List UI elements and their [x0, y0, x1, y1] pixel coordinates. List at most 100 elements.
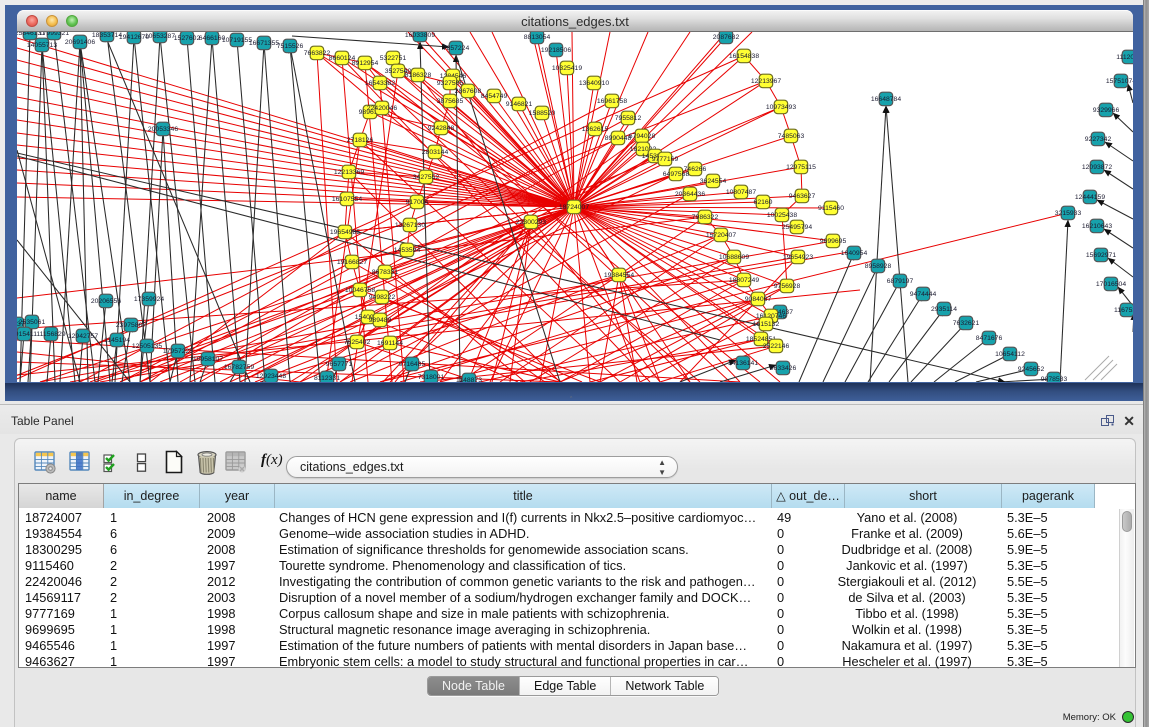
- svg-text:3624554: 3624554: [700, 178, 727, 185]
- svg-text:12942757: 12942757: [68, 333, 98, 340]
- svg-text:6794028: 6794028: [629, 133, 656, 140]
- svg-text:7318001: 7318001: [418, 374, 445, 381]
- svg-text:8990448: 8990448: [605, 135, 632, 142]
- svg-text:20206556: 20206556: [91, 298, 121, 305]
- svg-text:7515526: 7515526: [277, 43, 304, 50]
- svg-text:1167539: 1167539: [1114, 307, 1133, 314]
- svg-text:9146821: 9146821: [506, 101, 533, 108]
- svg-text:18353714: 18353714: [92, 32, 122, 39]
- svg-text:10688609: 10688609: [719, 254, 749, 261]
- svg-text:10807487: 10807487: [726, 189, 756, 196]
- svg-text:7955812: 7955812: [615, 115, 642, 122]
- svg-text:10654112: 10654112: [995, 351, 1025, 358]
- svg-text:15751074: 15751074: [1106, 78, 1133, 85]
- svg-text:12505135: 12505135: [132, 343, 162, 350]
- svg-text:12444159: 12444159: [1075, 194, 1105, 201]
- svg-text:16543382: 16543382: [365, 80, 395, 87]
- svg-text:12975115: 12975115: [786, 164, 816, 171]
- svg-text:19654985: 19654985: [330, 229, 360, 236]
- svg-text:10325419: 10325419: [552, 65, 582, 72]
- svg-text:2935114: 2935114: [931, 306, 957, 313]
- svg-text:16107554: 16107554: [332, 196, 362, 203]
- svg-text:20364436: 20364436: [675, 191, 705, 198]
- svg-text:989489: 989489: [369, 317, 392, 324]
- svg-text:19218506: 19218506: [541, 47, 571, 54]
- svg-text:7857224: 7857224: [443, 45, 470, 52]
- svg-text:9227342: 9227342: [1085, 136, 1112, 143]
- svg-text:17957225: 17957225: [163, 348, 193, 355]
- svg-text:2087682: 2087682: [713, 34, 740, 41]
- svg-text:1362615: 1362615: [582, 126, 609, 133]
- svg-text:13267130: 13267130: [395, 222, 425, 229]
- svg-text:19384554: 19384554: [604, 272, 634, 279]
- svg-text:62160: 62160: [754, 199, 773, 206]
- svg-text:8186328: 8186328: [405, 72, 432, 79]
- svg-text:9084067: 9084067: [745, 296, 772, 303]
- svg-text:20053346: 20053346: [148, 126, 178, 133]
- svg-text:10719155: 10719155: [222, 37, 252, 44]
- svg-text:16782759: 16782759: [224, 364, 254, 371]
- svg-text:17999321: 17999321: [39, 32, 69, 37]
- svg-text:16648784: 16648784: [871, 96, 901, 103]
- svg-text:15720407: 15720407: [706, 232, 736, 239]
- svg-text:9242848: 9242848: [428, 125, 455, 132]
- svg-text:8112331: 8112331: [314, 375, 340, 382]
- svg-text:9878583: 9878583: [1041, 376, 1068, 382]
- svg-text:2522146: 2522146: [763, 343, 790, 350]
- svg-text:16210643: 16210643: [1082, 223, 1112, 230]
- svg-text:2867608: 2867608: [455, 88, 482, 95]
- svg-text:1145194: 1145194: [104, 337, 130, 344]
- svg-text:9756928: 9756928: [774, 283, 801, 290]
- svg-text:16154838: 16154838: [729, 53, 759, 60]
- svg-text:8678331: 8678331: [372, 269, 399, 276]
- svg-text:9716485: 9716485: [399, 361, 426, 368]
- svg-text:9498222: 9498222: [369, 294, 396, 301]
- svg-text:1588520: 1588520: [529, 110, 556, 117]
- svg-text:7632621: 7632621: [953, 320, 980, 327]
- svg-text:18807249: 18807249: [729, 277, 759, 284]
- svg-text:1640954: 1640954: [841, 250, 868, 257]
- svg-text:3215933: 3215933: [1055, 210, 1082, 217]
- svg-text:7663822: 7663822: [304, 50, 331, 57]
- svg-text:6879197: 6879197: [887, 278, 914, 285]
- svg-text:16671355: 16671355: [249, 40, 279, 47]
- svg-text:9329966: 9329966: [1093, 107, 1120, 114]
- svg-text:9474444: 9474444: [910, 291, 937, 298]
- svg-text:3875685: 3875685: [437, 98, 464, 105]
- svg-text:2718126: 2718126: [347, 137, 374, 144]
- svg-text:1691144: 1691144: [377, 340, 403, 347]
- svg-text:6497568: 6497568: [663, 171, 690, 178]
- svg-text:9115460: 9115460: [818, 205, 844, 212]
- svg-text:8912954: 8912954: [352, 60, 379, 67]
- svg-text:9327505: 9327505: [437, 80, 464, 87]
- svg-text:25495794: 25495794: [782, 224, 812, 231]
- svg-text:12213967: 12213967: [751, 78, 781, 85]
- svg-text:1615132: 1615132: [753, 321, 780, 328]
- svg-text:8958928: 8958928: [865, 263, 892, 270]
- svg-text:12093872: 12093872: [1082, 164, 1112, 171]
- svg-text:12213369: 12213369: [334, 169, 364, 176]
- svg-text:10958107: 10958107: [193, 356, 223, 363]
- svg-text:9245652: 9245652: [1018, 366, 1045, 373]
- svg-text:8471676: 8471676: [976, 335, 1003, 342]
- svg-text:3915411: 3915411: [17, 331, 37, 338]
- svg-text:18724007: 18724007: [559, 204, 589, 211]
- svg-text:917004: 917004: [406, 199, 429, 206]
- svg-text:23300293: 23300293: [516, 219, 546, 226]
- svg-text:9463627: 9463627: [789, 193, 816, 200]
- svg-text:14136141: 14136141: [728, 360, 758, 367]
- svg-text:2535061: 2535061: [19, 319, 46, 326]
- svg-text:9633426: 9633426: [770, 365, 797, 372]
- svg-text:1527602: 1527602: [174, 35, 201, 42]
- svg-text:1148873: 1148873: [456, 377, 482, 382]
- svg-text:23975867: 23975867: [116, 322, 146, 329]
- svg-text:8454749: 8454749: [481, 93, 508, 100]
- svg-text:10025438: 10025438: [767, 212, 797, 219]
- svg-text:19654923: 19654923: [783, 254, 813, 261]
- svg-text:1453594: 1453594: [394, 247, 421, 254]
- svg-text:17359924: 17359924: [134, 296, 164, 303]
- svg-text:16961758: 16961758: [597, 98, 627, 105]
- svg-text:13640910: 13640910: [579, 80, 609, 87]
- svg-text:7986322: 7986322: [692, 214, 719, 221]
- svg-text:10973493: 10973493: [766, 104, 796, 111]
